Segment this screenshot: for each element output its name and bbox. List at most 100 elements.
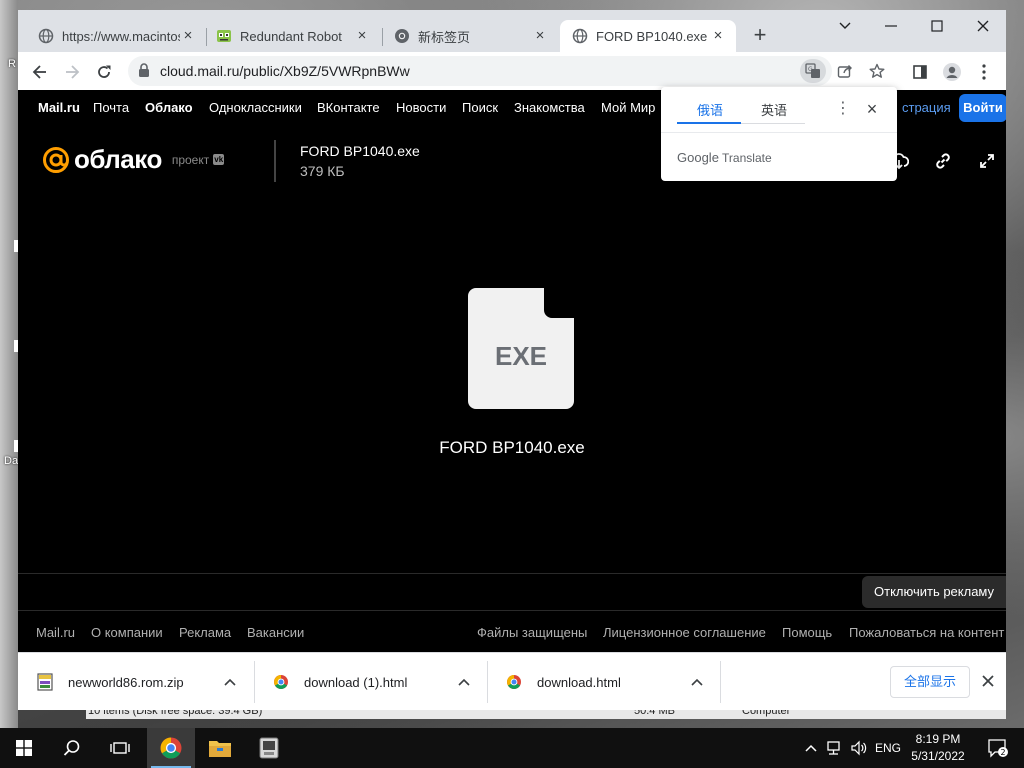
portal-link-vkontakte[interactable]: ВКонтакте [317, 100, 380, 115]
chevron-up-icon[interactable] [689, 674, 705, 690]
footer-link-license[interactable]: Лицензионное соглашение [603, 625, 766, 640]
register-link[interactable]: страция [902, 100, 951, 115]
tab-ford-bp1040[interactable]: FORD BP1040.exe / C × [560, 20, 736, 52]
fullscreen-icon[interactable] [976, 150, 998, 172]
copy-link-icon[interactable] [932, 150, 954, 172]
desktop-fragment-text: Da [4, 455, 19, 467]
tab-title: FORD BP1040.exe / C [596, 28, 710, 44]
zip-file-icon [36, 673, 54, 691]
taskbar-file-explorer[interactable] [196, 728, 244, 768]
globe-icon [572, 28, 588, 44]
disable-ads-button[interactable]: Отключить рекламу [862, 576, 1006, 608]
network-icon[interactable] [824, 728, 846, 768]
translate-icon[interactable]: G [800, 59, 826, 83]
download-item[interactable]: download.html [487, 653, 720, 710]
forward-button[interactable] [58, 58, 86, 86]
footer-link-ads[interactable]: Реклама [179, 625, 231, 640]
volume-icon[interactable] [848, 728, 870, 768]
translate-source-tab[interactable]: 俄语 [697, 100, 723, 119]
portal-link-moy-mir[interactable]: Мой Мир [601, 100, 655, 115]
translate-options-icon[interactable]: ⋮ [835, 98, 851, 120]
share-icon[interactable] [832, 59, 858, 83]
exe-extension-label: EXE [495, 341, 547, 371]
footer-link-about[interactable]: О компании [91, 625, 163, 640]
translate-target-tab[interactable]: 英语 [761, 100, 787, 119]
tab-close-icon[interactable]: × [354, 28, 370, 44]
show-hidden-icons-button[interactable] [800, 728, 822, 768]
preview-file-name: FORD BP1040.exe [439, 438, 585, 457]
start-button[interactable] [0, 728, 48, 768]
input-language-indicator[interactable]: ENG [872, 728, 904, 768]
portal-link-oblako[interactable]: Облако [145, 100, 193, 115]
download-item[interactable]: newworld86.rom.zip [18, 653, 254, 710]
footer-link-files-protected[interactable]: Файлы защищены [477, 625, 587, 640]
translate-close-icon[interactable]: × [863, 98, 881, 120]
translate-active-indicator [677, 122, 741, 124]
profile-button[interactable] [938, 58, 966, 86]
portal-link-pochta[interactable]: Почта [93, 100, 129, 115]
project-label: проект [171, 152, 210, 167]
footer-link-jobs[interactable]: Вакансии [247, 625, 304, 640]
portal-link-poisk[interactable]: Поиск [462, 100, 498, 115]
new-tab-button[interactable]: + [748, 24, 772, 48]
folder-icon [209, 741, 231, 757]
windows-taskbar: ENG 8:19 PM 5/31/2022 2 [0, 728, 1024, 768]
globe-icon [38, 28, 54, 44]
notification-icon: 2 [988, 739, 1008, 758]
chevron-down-icon [839, 22, 851, 29]
bookmark-star-icon[interactable] [864, 59, 890, 83]
portal-link-odnoklassniki[interactable]: Одноклассники [209, 100, 302, 115]
side-panel-icon [913, 65, 927, 79]
show-all-downloads-button[interactable]: 全部显示 [890, 666, 970, 698]
reload-button[interactable] [90, 58, 118, 86]
tab-close-icon[interactable]: × [710, 28, 726, 44]
minimize-icon [885, 25, 897, 27]
lock-icon [138, 63, 150, 82]
chevron-up-icon[interactable] [456, 674, 472, 690]
tab-search-button[interactable] [822, 12, 868, 40]
portal-link-novosti[interactable]: Новости [396, 100, 446, 115]
taskbar-clock[interactable]: 8:19 PM 5/31/2022 [908, 731, 968, 765]
address-bar[interactable]: cloud.mail.ru/public/Xb9Z/5VWRpnBWw G [128, 56, 885, 86]
download-filename: download (1).html [304, 674, 408, 690]
search-button[interactable] [48, 728, 96, 768]
translate-wordmark: Translate [722, 151, 772, 165]
footer-link-mailru[interactable]: Mail.ru [36, 625, 75, 640]
chevron-up-icon[interactable] [222, 674, 238, 690]
back-button[interactable] [26, 58, 54, 86]
translate-popup: 俄语 英语 ⋮ × Google Translate [661, 87, 897, 181]
taskbar-app[interactable] [245, 728, 293, 768]
task-view-button[interactable] [96, 728, 144, 768]
portal-link-znakomstva[interactable]: Знакомства [514, 100, 585, 115]
side-panel-button[interactable] [906, 58, 934, 86]
url-text: cloud.mail.ru/public/Xb9Z/5VWRpnBWw [160, 63, 410, 79]
tab-close-icon[interactable]: × [180, 28, 196, 44]
close-window-button[interactable] [960, 12, 1006, 40]
menu-button[interactable] [970, 58, 998, 86]
file-size: 379 КБ [300, 163, 345, 179]
chrome-icon [160, 737, 182, 759]
minimize-button[interactable] [868, 12, 914, 40]
tab-redundant-robot[interactable]: Redundant Robot × [204, 20, 380, 52]
tab-new-tab[interactable]: 新标签页 × [382, 20, 558, 52]
download-item[interactable]: download (1).html [254, 653, 487, 710]
close-download-shelf-button[interactable] [978, 671, 998, 691]
notification-center-button[interactable]: 2 [978, 728, 1018, 768]
portal-link-mailru[interactable]: Mail.ru [38, 100, 80, 115]
tab-macintosh[interactable]: https://www.macintosh × [26, 20, 206, 52]
avatar-icon [943, 63, 961, 81]
tab-close-icon[interactable]: × [532, 28, 548, 44]
cloud-logo[interactable]: облако проект vk [42, 144, 225, 175]
task-view-icon [110, 742, 130, 754]
taskbar-chrome[interactable] [147, 728, 195, 768]
windows-logo-icon [16, 740, 32, 756]
clock-date: 5/31/2022 [911, 749, 965, 763]
maximize-button[interactable] [914, 12, 960, 40]
download-separator [720, 661, 721, 703]
login-button[interactable]: Войти [959, 94, 1006, 122]
forward-arrow-icon [66, 65, 80, 79]
footer-link-report[interactable]: Пожаловаться на контент [849, 625, 1004, 640]
footer-link-help[interactable]: Помощь [782, 625, 832, 640]
google-translate-brand: Google Translate [677, 150, 772, 165]
translate-divider [661, 132, 897, 133]
